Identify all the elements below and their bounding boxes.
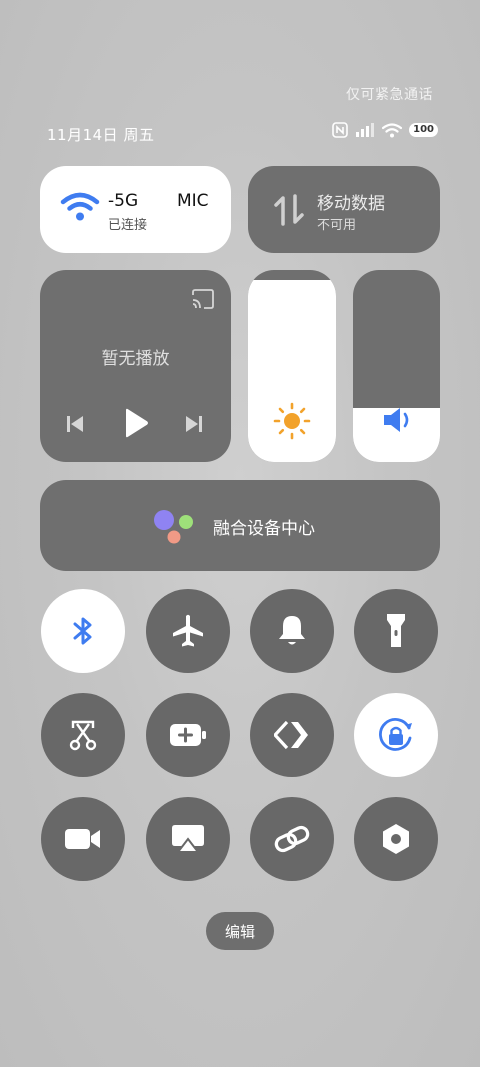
edit-button[interactable]: 编辑 (206, 912, 274, 950)
mobile-data-icon (272, 193, 306, 227)
volume-slider[interactable] (353, 270, 440, 462)
ring-mode-toggle[interactable] (250, 589, 334, 673)
settings-toggle[interactable] (354, 797, 438, 881)
screenshot-scissors-icon (66, 718, 100, 752)
cast-icon[interactable] (190, 288, 216, 310)
flashlight-toggle[interactable] (354, 589, 438, 673)
device-center-icon (150, 508, 196, 546)
airplane-mode-toggle[interactable] (146, 589, 230, 673)
battery-icon: 100 (409, 123, 438, 137)
date-text: 11月14日 周五 (47, 126, 155, 144)
wifi-network-name-truncated: MIC (177, 191, 209, 211)
emergency-call-text: 仅可紧急通话 (346, 87, 433, 103)
rotation-lock-icon (376, 715, 416, 755)
wifi-tile[interactable]: -5G MIC 已连接 (40, 166, 231, 253)
battery-saver-toggle[interactable] (146, 693, 230, 777)
status-bar-icons: 100 (332, 122, 438, 138)
link-toggle[interactable] (250, 797, 334, 881)
rotation-lock-toggle[interactable] (354, 693, 438, 777)
screen-record-toggle[interactable] (41, 797, 125, 881)
bell-icon (276, 613, 308, 649)
wifi-network-name: -5G (108, 191, 139, 211)
sun-icon (273, 402, 311, 440)
next-track-icon[interactable] (183, 413, 205, 435)
brightness-slider[interactable] (248, 270, 336, 462)
speaker-icon (382, 405, 414, 435)
signal-icon (355, 123, 375, 137)
media-player-tile[interactable]: 暂无播放 (40, 270, 231, 462)
battery-plus-icon (169, 722, 207, 748)
no-playback-text: 暂无播放 (101, 349, 170, 369)
play-icon[interactable] (121, 407, 151, 439)
nfc-icon (332, 122, 348, 138)
device-center-label: 融合设备中心 (213, 519, 315, 539)
bluetooth-icon (68, 613, 98, 649)
wifi-status-icon (382, 122, 403, 138)
airplane-icon (170, 613, 206, 649)
screenshot-toggle[interactable] (41, 693, 125, 777)
bluetooth-toggle[interactable] (41, 589, 125, 673)
flashlight-icon (384, 612, 408, 650)
wifi-icon (60, 192, 100, 222)
hexagon-settings-icon (380, 822, 412, 856)
nearby-share-toggle[interactable] (250, 693, 334, 777)
mobile-data-status: 不可用 (317, 218, 357, 233)
previous-track-icon[interactable] (64, 413, 86, 435)
link-icon (273, 824, 311, 854)
screen-cast-icon (170, 823, 206, 855)
nearby-share-icon (274, 720, 310, 750)
device-center-tile[interactable]: 融合设备中心 (40, 480, 440, 571)
screen-cast-toggle[interactable] (146, 797, 230, 881)
mobile-data-tile[interactable]: 移动数据 不可用 (248, 166, 440, 253)
wifi-status-text: 已连接 (108, 218, 148, 233)
video-camera-icon (64, 826, 102, 852)
mobile-data-title: 移动数据 (317, 194, 385, 214)
